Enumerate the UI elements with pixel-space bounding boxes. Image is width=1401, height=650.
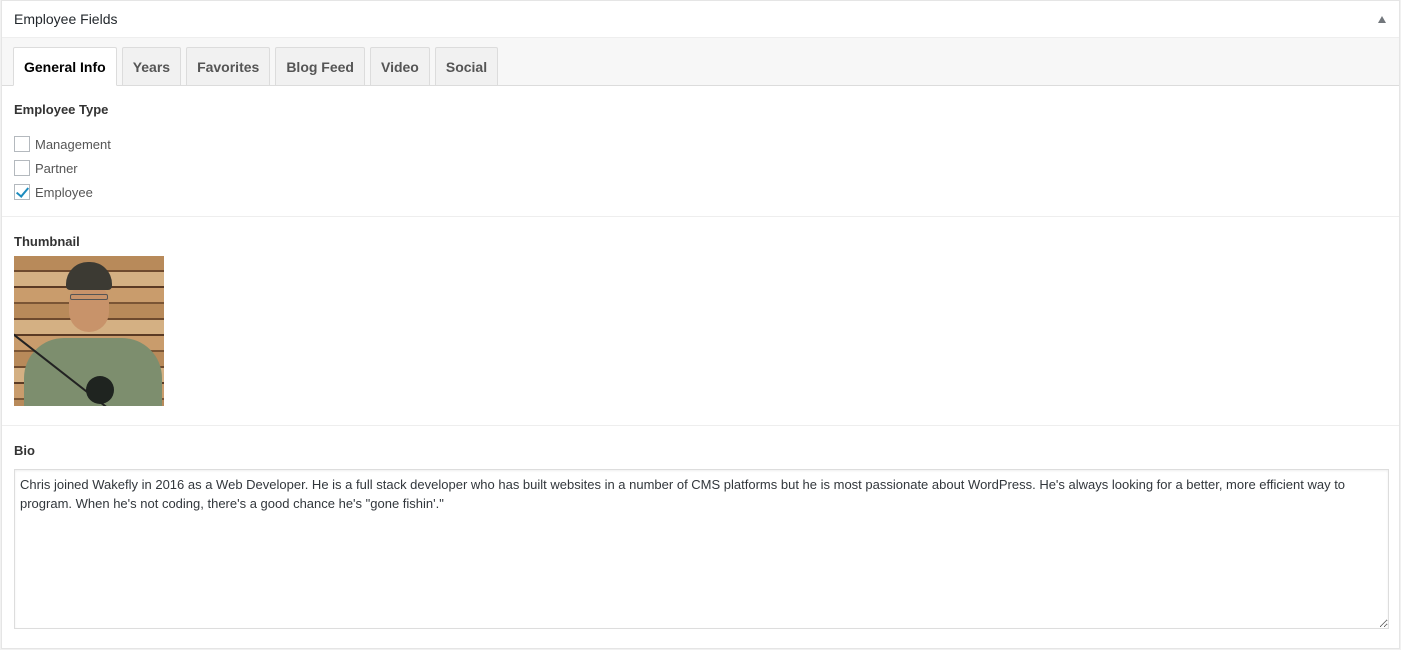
checkbox-partner[interactable] bbox=[14, 160, 30, 176]
tab-general-info[interactable]: General Info bbox=[13, 47, 117, 86]
triangle-up-icon[interactable] bbox=[1378, 15, 1386, 23]
checkbox-partner-row[interactable]: Partner bbox=[14, 156, 1387, 180]
thumbnail-cap bbox=[66, 262, 112, 290]
thumbnail-glasses bbox=[70, 294, 108, 300]
tab-favorites[interactable]: Favorites bbox=[186, 47, 271, 85]
employee-type-field: Employee Type Management Partner Employe… bbox=[2, 86, 1399, 217]
thumbnail-field: Thumbnail bbox=[2, 217, 1399, 426]
panel-title: Employee Fields bbox=[14, 11, 118, 27]
bio-field: Bio Chris joined Wakefly in 2016 as a We… bbox=[2, 426, 1399, 641]
panel-header[interactable]: Employee Fields bbox=[2, 1, 1399, 38]
checkbox-management[interactable] bbox=[14, 136, 30, 152]
checkbox-employee-label[interactable]: Employee bbox=[35, 185, 93, 200]
thumbnail-label: Thumbnail bbox=[14, 234, 80, 249]
thumbnail-image[interactable] bbox=[14, 256, 164, 406]
checkbox-management-label[interactable]: Management bbox=[35, 137, 111, 152]
tab-years[interactable]: Years bbox=[121, 47, 182, 85]
employee-fields-panel: Employee Fields General Info Years Favor… bbox=[1, 0, 1400, 649]
employee-type-label: Employee Type bbox=[14, 102, 109, 117]
checkbox-management-row[interactable]: Management bbox=[14, 132, 1387, 156]
thumbnail-reel bbox=[86, 376, 114, 404]
bio-label: Bio bbox=[14, 443, 35, 458]
tab-video[interactable]: Video bbox=[369, 47, 430, 85]
checkbox-partner-label[interactable]: Partner bbox=[35, 161, 78, 176]
checkbox-employee[interactable] bbox=[14, 184, 30, 200]
tab-social[interactable]: Social bbox=[434, 47, 499, 85]
tab-blog-feed[interactable]: Blog Feed bbox=[275, 47, 365, 85]
bio-textarea[interactable]: Chris joined Wakefly in 2016 as a Web De… bbox=[14, 469, 1389, 629]
checkbox-employee-row[interactable]: Employee bbox=[14, 180, 1387, 204]
tab-bar: General Info Years Favorites Blog Feed V… bbox=[2, 38, 1399, 86]
thumbnail-face bbox=[69, 284, 109, 332]
